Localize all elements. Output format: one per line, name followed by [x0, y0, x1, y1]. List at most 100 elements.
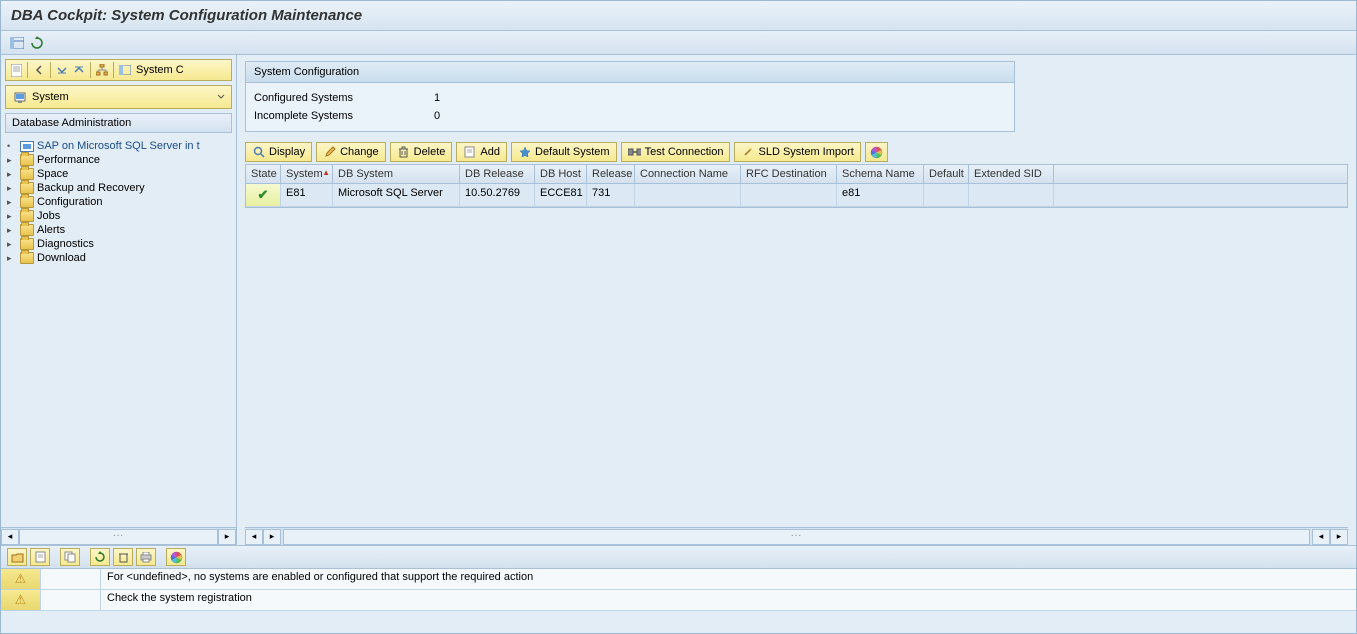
add-button[interactable]: Add	[456, 142, 507, 162]
action-bar: Display Change Delete Add Default System…	[245, 142, 1348, 162]
test-connection-button[interactable]: Test Connection	[621, 142, 731, 162]
col-db-system[interactable]: DB System	[333, 165, 460, 183]
tree-item-backup-recovery[interactable]: ▸ Backup and Recovery	[5, 181, 232, 195]
msg-print-button[interactable]	[136, 548, 156, 566]
msg-document-button[interactable]	[30, 548, 50, 566]
button-label: Change	[340, 146, 379, 158]
config-row-incomplete: Incomplete Systems 0	[254, 107, 1006, 125]
default-system-button[interactable]: Default System	[511, 142, 617, 162]
button-label: SLD System Import	[758, 146, 853, 158]
scroll-left-button[interactable]: ◂	[245, 529, 263, 545]
col-default[interactable]: Default	[924, 165, 969, 183]
col-db-release[interactable]: DB Release	[460, 165, 535, 183]
scroll-left-button[interactable]: ◂	[1, 529, 19, 545]
main-area: System C System Database Administration …	[1, 55, 1356, 545]
col-system[interactable]: System▲	[281, 165, 333, 183]
msg-copy-button[interactable]	[60, 548, 80, 566]
tree-item-diagnostics[interactable]: ▸ Diagnostics	[5, 237, 232, 251]
change-button[interactable]: Change	[316, 142, 386, 162]
color-legend-button[interactable]	[865, 142, 888, 162]
expand-arrow-icon: ▸	[7, 225, 17, 236]
col-schema-name[interactable]: Schema Name	[837, 165, 924, 183]
delete-button[interactable]: Delete	[390, 142, 453, 162]
expand-down-icon[interactable]	[54, 62, 70, 78]
button-label: Display	[269, 146, 305, 158]
collapse-up-icon[interactable]	[71, 62, 87, 78]
magnifier-icon	[252, 146, 265, 159]
col-state[interactable]: State	[246, 165, 281, 183]
layout-icon[interactable]	[9, 35, 25, 51]
expand-arrow-icon: ▸	[7, 253, 17, 264]
folder-icon	[20, 238, 34, 250]
check-icon: ✔	[258, 187, 269, 203]
message-spacer	[41, 569, 101, 589]
prev-icon[interactable]	[31, 62, 47, 78]
sidebar: System C System Database Administration …	[1, 55, 237, 545]
server-icon	[12, 89, 28, 105]
button-label: Default System	[535, 146, 610, 158]
grid-header: State System▲ DB System DB Release DB Ho…	[246, 165, 1347, 184]
color-wheel-icon	[870, 146, 883, 159]
layout-small-icon[interactable]	[117, 62, 133, 78]
tree-item-jobs[interactable]: ▸ Jobs	[5, 209, 232, 223]
msg-legend-button[interactable]	[166, 548, 186, 566]
sidebar-tab-label[interactable]: System C	[134, 64, 184, 76]
scroll-track[interactable]	[283, 529, 1310, 545]
expand-arrow-icon: ▸	[7, 239, 17, 250]
message-area: ⚠ For <undefined>, no systems are enable…	[1, 545, 1356, 611]
col-db-host[interactable]: DB Host	[535, 165, 587, 183]
col-connection-name[interactable]: Connection Name	[635, 165, 741, 183]
connection-icon	[628, 146, 641, 159]
message-row[interactable]: ⚠ Check the system registration	[1, 590, 1356, 611]
button-label: Add	[480, 146, 500, 158]
sld-import-button[interactable]: SLD System Import	[734, 142, 860, 162]
trash-icon	[397, 146, 410, 159]
nav-tree: • SAP on Microsoft SQL Server in t ▸ Per…	[1, 137, 236, 527]
col-extended-sid[interactable]: Extended SID	[969, 165, 1054, 183]
message-text: For <undefined>, no systems are enabled …	[101, 569, 1356, 589]
sidebar-scrollbar: ◂ ▸	[1, 527, 236, 545]
message-grid: ⚠ For <undefined>, no systems are enable…	[1, 569, 1356, 611]
wand-icon	[741, 146, 754, 159]
cell-state: ✔	[246, 184, 281, 206]
tree-item-performance[interactable]: ▸ Performance	[5, 153, 232, 167]
config-panel: System Configuration Configured Systems …	[245, 61, 1015, 132]
scroll-right-button[interactable]: ▸	[218, 529, 236, 545]
message-row[interactable]: ⚠ For <undefined>, no systems are enable…	[1, 569, 1356, 590]
scroll-right-inner-button[interactable]: ▸	[263, 529, 281, 545]
col-release[interactable]: Release	[587, 165, 635, 183]
refresh-icon[interactable]	[29, 35, 45, 51]
expand-arrow-icon: ▸	[7, 183, 17, 194]
button-label: Test Connection	[645, 146, 724, 158]
msg-open-button[interactable]	[7, 548, 27, 566]
tree-item-download[interactable]: ▸ Download	[5, 251, 232, 265]
display-button[interactable]: Display	[245, 142, 312, 162]
expand-arrow-icon: ▸	[7, 197, 17, 208]
tree-item-space[interactable]: ▸ Space	[5, 167, 232, 181]
grid-row[interactable]: ✔ E81 Microsoft SQL Server 10.50.2769 EC…	[246, 184, 1347, 207]
tree-item-sap-mssql[interactable]: • SAP on Microsoft SQL Server in t	[5, 139, 232, 153]
col-rfc-destination[interactable]: RFC Destination	[741, 165, 837, 183]
scroll-left-inner-button[interactable]: ◂	[1312, 529, 1330, 545]
config-label: Incomplete Systems	[254, 110, 434, 122]
bullet-icon: •	[7, 141, 17, 151]
tree-item-alerts[interactable]: ▸ Alerts	[5, 223, 232, 237]
page-title: DBA Cockpit: System Configuration Mainte…	[11, 7, 1346, 24]
msg-delete-button[interactable]	[113, 548, 133, 566]
cell-db-host: ECCE81	[535, 184, 587, 206]
hierarchy-icon[interactable]	[94, 62, 110, 78]
tree-item-label: Jobs	[37, 210, 60, 222]
scroll-track[interactable]	[19, 529, 218, 545]
sidebar-system-dropdown[interactable]: System	[5, 85, 232, 109]
systems-grid: State System▲ DB System DB Release DB Ho…	[245, 164, 1348, 208]
document-icon[interactable]	[8, 62, 24, 78]
expand-arrow-icon: ▸	[7, 155, 17, 166]
tree-item-label: Diagnostics	[37, 238, 94, 250]
content-area: System Configuration Configured Systems …	[237, 55, 1356, 545]
tree-header: Database Administration	[5, 113, 232, 133]
tree-item-label: SAP on Microsoft SQL Server in t	[37, 140, 200, 152]
scroll-right-button[interactable]: ▸	[1330, 529, 1348, 545]
tree-item-configuration[interactable]: ▸ Configuration	[5, 195, 232, 209]
cell-schema-name: e81	[837, 184, 924, 206]
msg-refresh-button[interactable]	[90, 548, 110, 566]
